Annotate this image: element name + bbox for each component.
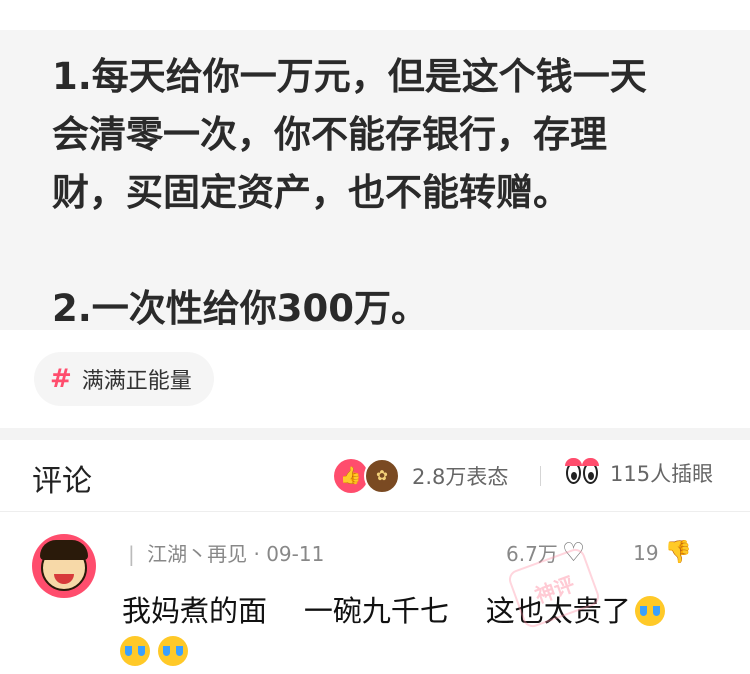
comment-item: | 江湖丶再见 · 09-11 6.7万 ♡ 19 👎 我妈煮的面 一碗九千七 … (0, 512, 750, 674)
meta-bar: | (128, 542, 135, 566)
reaction-emoji-icon: ✿ (364, 458, 400, 494)
comment-text: 我妈煮的面 一碗九千七 这也太贵了 (122, 590, 722, 632)
comments-header: 评论 👍 ✿ 2.8万表态 115人插眼 (0, 440, 750, 512)
topic-tag[interactable]: # 满满正能量 (34, 352, 214, 406)
emoji-row (120, 636, 188, 666)
poke-count: 115人插眼 (610, 462, 714, 486)
comment-date: 09-11 (266, 542, 325, 566)
section-divider (0, 428, 750, 440)
topic-tag-label: 满满正能量 (81, 369, 192, 394)
crying-emoji-icon (120, 636, 150, 666)
quote-line-4: 2.一次性给你300万。 (52, 287, 429, 330)
comments-title: 评论 (32, 464, 92, 499)
eyes-icon (565, 458, 600, 484)
reactions-button[interactable]: 👍 ✿ 2.8万表态 (334, 458, 508, 494)
poke-eye-button[interactable]: 115人插眼 (565, 458, 714, 488)
comment-meta: | 江湖丶再见 · 09-11 (128, 538, 324, 567)
quote-line-2: 会清零一次，你不能存银行，存理 (52, 113, 607, 156)
quote-line-1: 1.每天给你一万元，但是这个钱一天 (52, 55, 647, 98)
avatar[interactable] (32, 534, 96, 598)
post-image-quote[interactable]: 1.每天给你一万元，但是这个钱一天 会清零一次，你不能存银行，存理 财，买固定资… (0, 30, 750, 330)
header-separator (540, 466, 541, 486)
crying-emoji-icon (158, 636, 188, 666)
meta-separator: · (253, 542, 260, 566)
hashtag-icon: # (50, 364, 72, 394)
comment-author[interactable]: 江湖丶再见 (147, 542, 247, 566)
reactions-count: 2.8万表态 (412, 465, 509, 489)
crying-emoji-icon (634, 596, 665, 626)
quote-line-3: 财，买固定资产，也不能转赠。 (52, 171, 570, 214)
dislike-count: 19 (633, 540, 659, 565)
thumbs-up-icon: 👍 (334, 459, 368, 493)
thumbs-down-icon[interactable]: 👎 (665, 540, 692, 565)
